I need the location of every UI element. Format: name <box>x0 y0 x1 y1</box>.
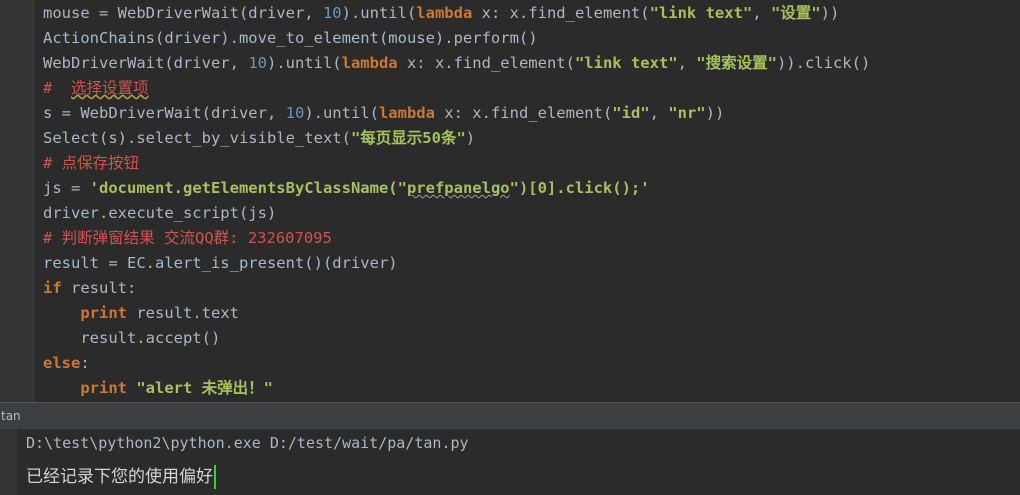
code-token: x: x.find_element( <box>472 4 650 22</box>
code-line[interactable]: driver.execute_script(js) <box>43 201 276 226</box>
editor-gutter <box>0 0 34 402</box>
text-caret <box>214 465 216 489</box>
code-line[interactable]: # 判断弹窗结果 交流QQ群: 232607095 <box>43 226 332 251</box>
code-token: ) <box>465 129 476 147</box>
code-token: x: x.find_element( <box>397 54 575 72</box>
code-token: 10 <box>285 104 305 122</box>
code-token: x: x.find_element( <box>434 104 613 122</box>
console-output-text: 已经记录下您的使用偏好 <box>26 467 213 487</box>
run-tab[interactable]: tan <box>0 407 21 425</box>
code-token: "link text" <box>649 4 753 22</box>
code-line[interactable]: # 选择设置项 <box>43 76 149 101</box>
code-token: ActionChains(driver).move_to_element(mou… <box>43 29 538 47</box>
code-token: else <box>43 354 81 372</box>
code-token: , <box>677 54 697 72</box>
code-token: result = EC.alert_is_present()(driver) <box>43 254 398 272</box>
code-token: if <box>43 279 62 297</box>
code-token: print <box>80 304 127 322</box>
code-token: "nr" <box>668 104 706 122</box>
code-token: lambda <box>378 104 435 122</box>
code-token: prefpanelgo <box>406 179 510 197</box>
code-line[interactable]: print "alert 未弹出！" <box>43 376 273 401</box>
code-token: "设置" <box>770 4 821 22</box>
code-token: lambda <box>341 54 398 72</box>
code-token: s = WebDriverWait(driver, <box>43 104 286 122</box>
run-console[interactable]: D:\test\python2\python.exe D:/test/wait/… <box>0 430 1020 495</box>
code-token: # 点保存按钮 <box>43 154 140 172</box>
code-line[interactable]: js = 'document.getElementsByClassName("p… <box>43 176 650 201</box>
code-line[interactable]: else: <box>43 351 90 376</box>
code-token: Select(s).select_by_visible_text( <box>43 129 351 147</box>
code-token: # <box>43 79 71 97</box>
code-token: , <box>649 104 669 122</box>
console-command-line: D:\test\python2\python.exe D:/test/wait/… <box>26 434 469 452</box>
code-line[interactable]: s = WebDriverWait(driver, 10).until(lamb… <box>43 101 724 126</box>
code-line[interactable]: if result: <box>43 276 136 301</box>
code-line[interactable]: WebDriverWait(driver, 10).until(lambda x… <box>43 51 870 76</box>
code-line[interactable]: ActionChains(driver).move_to_element(mou… <box>43 26 538 51</box>
code-token: , <box>752 4 771 22</box>
code-token: lambda <box>416 4 473 22</box>
code-line[interactable]: Select(s).select_by_visible_text("每页显示50… <box>43 126 475 151</box>
console-toolbar-strip <box>0 430 17 495</box>
code-token: "id" <box>612 104 650 122</box>
code-token: ")[0].click();' <box>509 179 650 197</box>
code-line[interactable]: result.accept() <box>43 326 220 351</box>
console-output-line: 已经记录下您的使用偏好 <box>26 462 216 489</box>
code-token: 10 <box>322 4 342 22</box>
code-token: "每页显示50条" <box>350 129 466 147</box>
code-token: driver.execute_script(js) <box>43 204 277 222</box>
run-panel-header: tan <box>0 403 1020 430</box>
code-token: "link text" <box>574 54 678 72</box>
code-token: result: <box>61 279 137 297</box>
code-token: )) <box>820 4 840 22</box>
code-token: WebDriverWait(driver, <box>43 54 249 72</box>
code-token: js = <box>43 179 90 197</box>
code-token: # 判断弹窗结果 交流QQ群: 232607095 <box>43 229 332 247</box>
code-token: ).until( <box>266 54 342 72</box>
code-token: "搜索设置" <box>696 54 777 72</box>
code-line[interactable]: # 点保存按钮 <box>43 151 139 176</box>
code-token: ).until( <box>341 4 417 22</box>
code-token: )) <box>705 104 725 122</box>
code-line[interactable]: result = EC.alert_is_present()(driver) <box>43 251 398 276</box>
code-line[interactable]: mouse = WebDriverWait(driver, 10).until(… <box>43 1 839 26</box>
code-token: result.accept() <box>43 329 221 347</box>
code-token: )).click() <box>776 54 871 72</box>
code-token: print <box>80 379 127 397</box>
code-token: mouse = WebDriverWait(driver, <box>43 4 323 22</box>
code-token: "alert 未弹出！" <box>136 379 273 397</box>
code-editor[interactable]: mouse = WebDriverWait(driver, 10).until(… <box>0 0 1020 402</box>
code-token: : <box>80 354 90 372</box>
code-token: 10 <box>248 54 267 72</box>
code-token: ).until( <box>304 104 379 122</box>
code-line[interactable]: print result.text <box>43 301 239 326</box>
code-token: result.text <box>127 304 239 322</box>
code-token: 选择设置项 <box>71 79 149 97</box>
code-token: 'document.getElementsByClassName(" <box>89 179 407 197</box>
